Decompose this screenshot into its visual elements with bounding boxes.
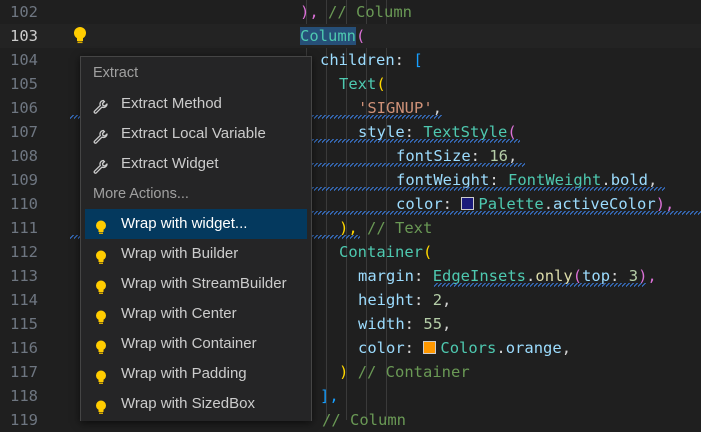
code-token: Text [339, 75, 377, 93]
code-token: color [358, 339, 405, 357]
menu-item-label: Wrap with SizedBox [121, 395, 255, 412]
menu-item-wrap-with-center[interactable]: Wrap with Center [85, 299, 307, 329]
code-comment: // Column [328, 3, 413, 21]
lint-squiggle [310, 187, 665, 191]
menu-item-label: Wrap with Builder [121, 245, 239, 262]
lint-squiggle [434, 283, 646, 287]
lightbulb-icon[interactable] [71, 25, 89, 45]
menu-item-label: Wrap with widget... [121, 215, 248, 232]
code-token: Container [339, 243, 423, 261]
code-token: Colors [440, 339, 497, 357]
line-number: 104 [10, 51, 38, 69]
line-number: 109 [10, 171, 38, 189]
line-number: 118 [10, 387, 38, 405]
code-line[interactable]: 102 ), // Column [0, 0, 701, 24]
menu-item-label: Extract Local Variable [121, 125, 266, 142]
menu-item-label: Wrap with StreamBuilder [121, 275, 287, 292]
code-token: : [414, 267, 424, 285]
lightbulb-icon [93, 306, 109, 324]
code-token: ( [356, 27, 366, 45]
wrench-icon [93, 96, 109, 114]
code-token: , [442, 315, 452, 333]
menu-item-label: Extract Method [121, 95, 222, 112]
lightbulb-icon [93, 396, 109, 414]
code-token: : [394, 51, 404, 69]
line-number: 115 [10, 315, 38, 333]
code-token: Column [300, 27, 356, 45]
code-action-menu[interactable]: Extract Extract Method Extract Local Var… [80, 56, 312, 421]
code-token: height [358, 291, 414, 309]
lightbulb-icon [93, 216, 109, 234]
menu-item-label: Wrap with Padding [121, 365, 247, 382]
menu-item-extract-method[interactable]: Extract Method [85, 89, 307, 119]
line-number: 106 [10, 99, 38, 117]
wrench-icon [93, 156, 109, 174]
code-token: ], [320, 387, 339, 405]
lint-squiggle [310, 139, 520, 143]
lightbulb-icon [93, 276, 109, 294]
code-line-current[interactable]: 103 Column( [0, 24, 701, 48]
line-number: 116 [10, 339, 38, 357]
lint-squiggle [310, 211, 701, 215]
code-token: 2 [432, 291, 443, 309]
menu-section-more-actions: More Actions... [93, 186, 189, 202]
code-token: ( [423, 243, 433, 261]
wrench-icon [93, 126, 109, 144]
color-swatch[interactable] [461, 197, 475, 210]
code-comment: // Text [367, 219, 433, 237]
line-number: 105 [10, 75, 38, 93]
code-token: width [358, 315, 405, 333]
lightbulb-icon [93, 246, 109, 264]
menu-item-wrap-with-padding[interactable]: Wrap with Padding [85, 359, 307, 389]
line-number: 114 [10, 291, 38, 309]
code-token: 55 [423, 315, 443, 333]
menu-item-wrap-with-sizedbox[interactable]: Wrap with SizedBox [85, 389, 307, 419]
menu-item-label: Wrap with Container [121, 335, 257, 352]
menu-item-extract-widget[interactable]: Extract Widget [85, 149, 307, 179]
menu-section-extract: Extract [93, 65, 139, 81]
code-token: : [404, 315, 415, 333]
line-number: 112 [10, 243, 38, 261]
menu-item-wrap-with-builder[interactable]: Wrap with Builder [85, 239, 307, 269]
menu-item-wrap-with-widget[interactable]: Wrap with widget... [85, 209, 307, 239]
lightbulb-icon [93, 336, 109, 354]
line-number: 111 [10, 219, 38, 237]
code-token: ) [339, 363, 349, 381]
code-token: . [496, 339, 506, 357]
menu-item-label: Extract Widget [121, 155, 219, 172]
code-comment: // Column [322, 411, 406, 429]
line-number: 102 [10, 3, 38, 21]
code-token: ( [376, 75, 386, 93]
menu-item-label: Wrap with Center [121, 305, 237, 322]
code-token: [ [413, 51, 423, 69]
menu-item-wrap-with-streambuilder[interactable]: Wrap with StreamBuilder [85, 269, 307, 299]
line-number: 119 [10, 411, 38, 429]
code-token: margin [358, 267, 414, 285]
line-number: 108 [10, 147, 38, 165]
code-token: : [404, 339, 415, 357]
lint-squiggle [310, 163, 525, 167]
line-number: 110 [10, 195, 38, 213]
lightbulb-icon [93, 366, 109, 384]
code-token: , [442, 291, 452, 309]
code-comment: // Container [357, 363, 470, 381]
code-token: ), [300, 3, 319, 21]
code-token: : [414, 291, 424, 309]
color-swatch[interactable] [423, 341, 437, 354]
code-token: , [561, 339, 572, 357]
line-number: 107 [10, 123, 38, 141]
code-token: children [320, 51, 395, 69]
menu-item-wrap-with-container[interactable]: Wrap with Container [85, 329, 307, 359]
line-number: 117 [10, 363, 38, 381]
menu-item-extract-local-variable[interactable]: Extract Local Variable [85, 119, 307, 149]
code-token: orange [505, 339, 562, 357]
line-number: 103 [10, 27, 38, 45]
line-number: 113 [10, 267, 38, 285]
